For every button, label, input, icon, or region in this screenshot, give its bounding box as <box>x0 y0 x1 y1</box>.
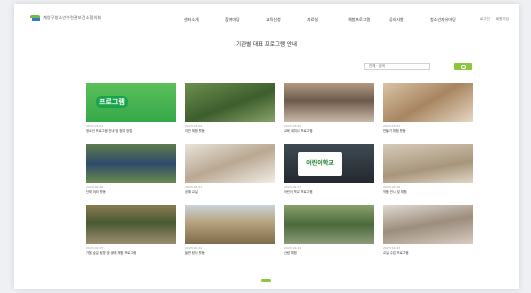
program-thumbnail[interactable] <box>86 144 176 183</box>
program-thumbnail[interactable] <box>284 205 374 244</box>
program-thumbnail[interactable]: 어린이학교 <box>284 144 374 183</box>
program-card[interactable]: 2023.02.24 산림 체험 <box>284 205 374 259</box>
thumbnail-text: 어린이학교 <box>298 152 342 176</box>
site-logo[interactable]: 계양구청소년수련관보건소협의회 <box>30 15 101 21</box>
pagination-current[interactable] <box>261 279 271 282</box>
program-thumbnail[interactable] <box>383 144 473 183</box>
nav-item-3[interactable]: 교육신청 <box>266 17 307 23</box>
search-button[interactable] <box>454 63 472 70</box>
program-thumbnail[interactable] <box>86 205 176 244</box>
thumbnail-text: 프로그램 <box>96 96 128 108</box>
program-title[interactable]: 들판 탐사 활동 <box>185 250 275 255</box>
nav-item-6[interactable]: 공지사항 <box>389 17 430 23</box>
program-card[interactable]: 2023.02.23 교실 수업 프로그램 <box>383 205 473 259</box>
program-title[interactable]: 청소년 프로그램 안내 및 참여 방법 <box>86 128 176 133</box>
program-card[interactable]: 2023.02.25 가을 숲길 탐방 및 생태 체험 프로그램 <box>86 205 176 259</box>
program-card[interactable]: 2023.03.02 교육 세미나 프로그램 <box>284 83 374 137</box>
page-title: 기관별 대표 프로그램 안내 <box>236 42 297 48</box>
nav-item-7[interactable]: 청소년자유마당 <box>430 17 471 23</box>
program-title[interactable]: 교실 수업 프로그램 <box>383 250 473 255</box>
nav-item-1[interactable]: 센터소개 <box>184 17 225 23</box>
program-card[interactable]: 2023.03.01 만들기 체험 활동 <box>383 83 473 137</box>
program-title[interactable]: 공예 교실 <box>185 189 275 194</box>
program-card[interactable]: 2023.02.24 들판 탐사 활동 <box>185 205 275 259</box>
program-card[interactable]: 2023.02.28 단체 야외 활동 <box>86 144 176 198</box>
program-title[interactable]: 단체 야외 활동 <box>86 189 176 194</box>
utility-links: 로그인 회원가입 <box>480 17 509 22</box>
nav-item-4[interactable]: 자료실 <box>307 17 348 23</box>
search-input[interactable]: 전체 · 검색 <box>364 63 430 70</box>
program-thumbnail[interactable] <box>185 144 275 183</box>
program-thumbnail[interactable] <box>284 83 374 122</box>
nav-item-5[interactable]: 체험프로그램 <box>348 17 389 23</box>
program-card[interactable]: 2023.02.27 공예 교실 <box>185 144 275 198</box>
program-card[interactable]: 2023.03.02 자연 체험 활동 <box>185 83 275 137</box>
program-card[interactable]: 프로그램 2023.03.03 청소년 프로그램 안내 및 참여 방법 <box>86 83 176 137</box>
program-thumbnail[interactable] <box>383 83 473 122</box>
program-title[interactable]: 작품 전시 및 체험 <box>383 189 473 194</box>
program-title[interactable]: 산림 체험 <box>284 250 374 255</box>
program-title[interactable]: 자연 체험 활동 <box>185 128 275 133</box>
login-link[interactable]: 로그인 <box>480 17 490 22</box>
program-thumbnail[interactable] <box>185 205 275 244</box>
logo-text: 계양구청소년수련관보건소협의회 <box>43 15 102 20</box>
program-grid: 프로그램 2023.03.03 청소년 프로그램 안내 및 참여 방법 2023.03… <box>86 83 473 259</box>
program-card[interactable]: 2023.02.26 작품 전시 및 체험 <box>383 144 473 198</box>
program-title[interactable]: 어린이 학교 프로그램 <box>284 189 374 194</box>
browser-frame: 계양구청소년수련관보건소협의회 센터소개 참여마당 교육신청 자료실 체험프로그… <box>14 4 519 289</box>
program-card[interactable]: 어린이학교 2023.02.27 어린이 학교 프로그램 <box>284 144 374 198</box>
program-title[interactable]: 교육 세미나 프로그램 <box>284 128 374 133</box>
program-thumbnail[interactable] <box>185 83 275 122</box>
program-thumbnail[interactable] <box>383 205 473 244</box>
program-thumbnail[interactable]: 프로그램 <box>86 83 176 122</box>
main-nav: 센터소개 참여마당 교육신청 자료실 체험프로그램 공지사항 청소년자유마당 <box>184 17 471 23</box>
program-title[interactable]: 가을 숲길 탐방 및 생태 체험 프로그램 <box>86 250 176 255</box>
signup-link[interactable]: 회원가입 <box>496 17 509 22</box>
logo-icon <box>30 15 40 21</box>
site-header: 계양구청소년수련관보건소협의회 센터소개 참여마당 교육신청 자료실 체험프로그… <box>14 4 519 34</box>
nav-item-2[interactable]: 참여마당 <box>225 17 266 23</box>
program-title[interactable]: 만들기 체험 활동 <box>383 128 473 133</box>
